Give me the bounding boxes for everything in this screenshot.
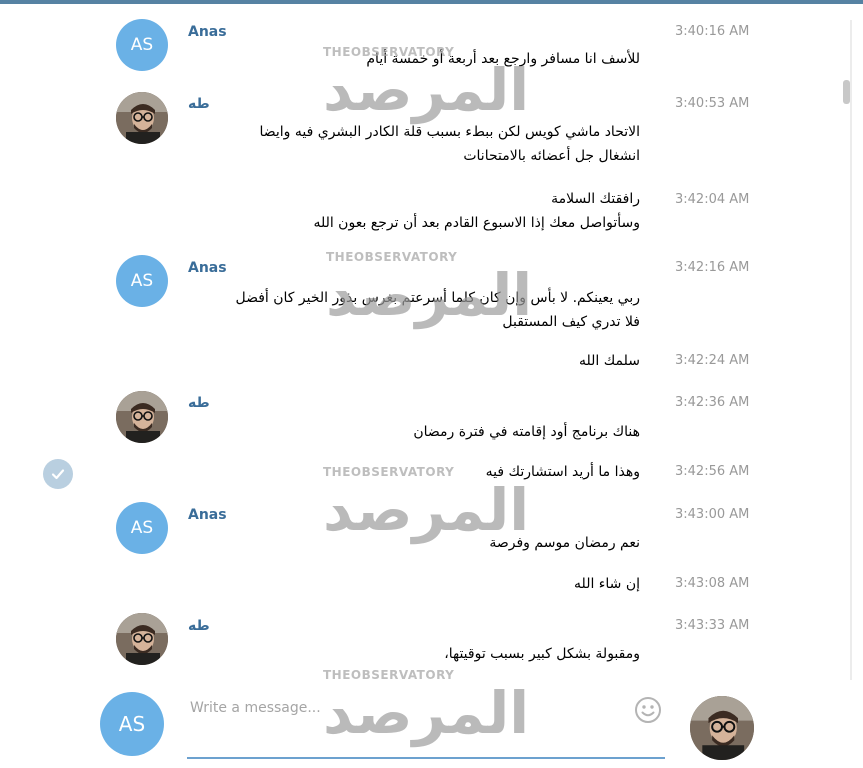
message-text: ومقبولة بشكل كبير بسبب توقيتها، <box>444 642 640 666</box>
message-time: 3:42:56 AM <box>675 464 750 479</box>
message-time: 3:42:16 AM <box>675 260 750 275</box>
user-photo-icon <box>690 696 754 760</box>
message-history: AS Anas 3:40:16 AM للأسف انا مسافر وارجع… <box>0 4 840 680</box>
avatar[interactable]: AS <box>116 255 168 307</box>
message-time: 3:40:53 AM <box>675 96 750 111</box>
sender-name[interactable]: Anas <box>188 260 227 276</box>
message-time: 3:43:00 AM <box>675 507 750 522</box>
message-time: 3:42:36 AM <box>675 395 750 410</box>
avatar[interactable]: AS <box>116 502 168 554</box>
user-photo-icon <box>116 92 168 144</box>
message-time: 3:42:24 AM <box>675 353 750 368</box>
message-line: وهذا ما أريد استشارتك فيه <box>485 464 640 480</box>
message-time: 3:42:04 AM <box>675 192 750 207</box>
scrollbar-thumb[interactable] <box>843 80 850 104</box>
message-time: 3:43:08 AM <box>675 576 750 591</box>
avatar-initials: AS <box>130 271 154 291</box>
avatar[interactable] <box>116 391 168 443</box>
user-photo-icon <box>116 613 168 665</box>
message-text: رافقتك السلامة وسأتواصل معك إذا الاسبوع … <box>313 187 640 235</box>
message-line: رافقتك السلامة <box>551 191 640 207</box>
message-line: الاتحاد ماشي كويس لكن ببطء بسبب قلة الكا… <box>259 124 640 140</box>
message-input-underline <box>187 757 665 759</box>
message-line: للأسف انا مسافر وارجع بعد أربعة أو خمسة … <box>366 51 640 67</box>
message-text: سلمك الله <box>579 349 640 373</box>
sender-name[interactable]: طه <box>188 618 210 634</box>
checkmark-icon <box>51 469 65 480</box>
message-line: ومقبولة بشكل كبير بسبب توقيتها، <box>444 646 640 662</box>
scrollbar-track <box>850 20 852 680</box>
avatar-initials: AS <box>130 518 154 538</box>
select-message-check-icon[interactable] <box>43 459 73 489</box>
message-text: الاتحاد ماشي كويس لكن ببطء بسبب قلة الكا… <box>259 120 640 168</box>
message-text: ربي يعينكم. لا بأس وإن كان كلما أسرعتم ب… <box>235 286 640 334</box>
message-text: هناك برنامج أود إقامته في فترة رمضان <box>413 420 640 444</box>
avatar[interactable] <box>116 613 168 665</box>
user-photo-icon <box>116 391 168 443</box>
sender-name[interactable]: طه <box>188 395 210 411</box>
message-line: نعم رمضان موسم وفرصة <box>489 535 640 551</box>
smiley-icon <box>635 697 661 723</box>
message-line: انشغال جل أعضائه بالامتحانات <box>463 148 640 164</box>
message-text: إن شاء الله <box>574 572 640 596</box>
message-line: وسأتواصل معك إذا الاسبوع القادم بعد أن ت… <box>313 215 640 231</box>
own-avatar[interactable]: AS <box>100 692 164 756</box>
message-time: 3:40:16 AM <box>675 24 750 39</box>
message-text: نعم رمضان موسم وفرصة <box>489 531 640 555</box>
avatar[interactable] <box>116 92 168 144</box>
message-time: 3:43:33 AM <box>675 618 750 633</box>
peer-avatar[interactable] <box>690 696 754 760</box>
avatar[interactable]: AS <box>116 19 168 71</box>
message-input[interactable] <box>188 695 622 721</box>
message-line: ربي يعينكم. لا بأس وإن كان كلما أسرعتم ب… <box>235 290 640 306</box>
message-line: هناك برنامج أود إقامته في فترة رمضان <box>413 424 640 440</box>
avatar-initials: AS <box>130 35 154 55</box>
sender-name[interactable]: Anas <box>188 24 227 40</box>
sender-name[interactable]: طه <box>188 96 210 112</box>
emoji-button[interactable] <box>633 695 663 725</box>
message-text: وهذا ما أريد استشارتك فيه <box>486 460 640 484</box>
message-line: فلا تدري كيف المستقبل <box>502 314 640 330</box>
message-line: سلمك الله <box>578 353 640 369</box>
sender-name[interactable]: Anas <box>188 507 227 523</box>
avatar-initials: AS <box>118 712 146 736</box>
message-line: إن شاء الله <box>574 576 640 592</box>
message-text: للأسف انا مسافر وارجع بعد أربعة أو خمسة … <box>366 47 640 71</box>
